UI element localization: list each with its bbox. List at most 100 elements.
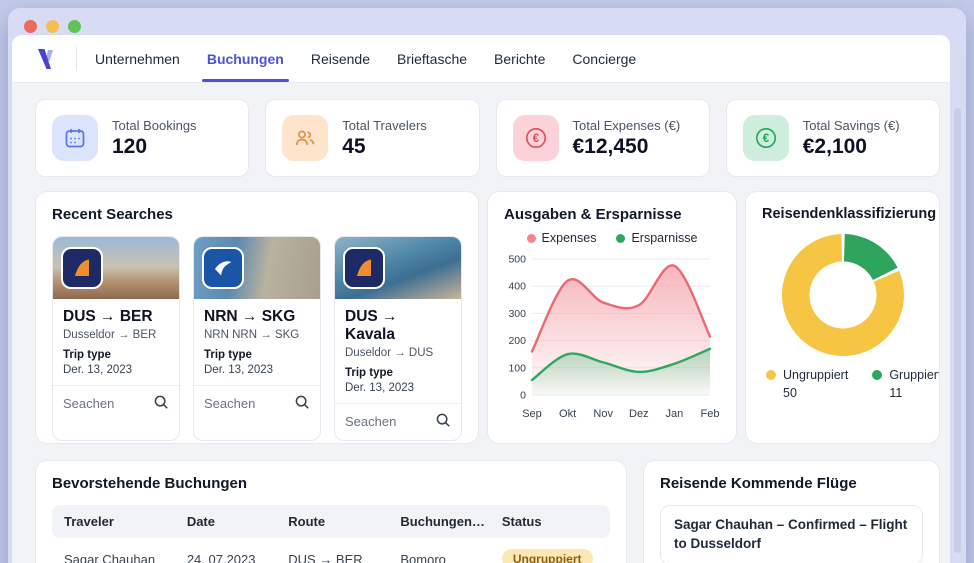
route-subtitle: Dusseldor → BER: [63, 329, 157, 341]
legend-label: Ungruppiert: [783, 368, 849, 382]
route-subtitle: Duseldor → DUS: [345, 347, 434, 359]
svg-text:0: 0: [520, 390, 526, 402]
column-buchungen: Buchungen…: [400, 514, 485, 529]
column-route: Route: [288, 514, 326, 529]
stat-text: Total Expenses (€) €12,450: [573, 118, 681, 159]
search-card-body: DUS → BER Dusseldor → BER Trip type Der.…: [53, 299, 179, 386]
table-row[interactable]: Sagar Chauhan 24. 07.2023 DUS → BER Bomo…: [52, 538, 610, 563]
stat-text: Total Travelers 45: [342, 118, 427, 159]
upcoming-bookings-title: Bevorstehende Buchungen: [52, 475, 248, 492]
vertical-scrollbar[interactable]: [954, 108, 961, 553]
donut-chart: [781, 234, 904, 356]
upcoming-flights-title: Reisende Kommende Flüge: [660, 475, 857, 492]
route-title: DUS → BER: [63, 308, 153, 325]
app-window: Unternehmen Buchungen Reisende Brieftasc…: [8, 8, 966, 563]
legend-dot-gruppiert: [872, 370, 883, 380]
stat-card-expenses: € Total Expenses (€) €12,450: [495, 99, 710, 177]
magnifier-icon: [153, 394, 169, 413]
recent-searches-grid: DUS → BER Dusseldor → BER Trip type Der.…: [52, 236, 462, 441]
trip-date: Der. 13, 2023: [63, 364, 133, 376]
search-again-button[interactable]: Seachen: [194, 386, 320, 422]
legend-label: Expenses: [541, 231, 597, 245]
cell-traveler: Sagar Chauhan: [64, 551, 156, 563]
airline-tailfin-logo-icon: [61, 247, 103, 289]
stat-value: €2,100: [802, 134, 867, 158]
close-window-button[interactable]: [24, 20, 37, 33]
status-badge: Ungruppiert: [501, 549, 598, 563]
nav-item-berichte[interactable]: Berichte: [494, 36, 545, 82]
route-subtitle: NRN NRN → SKG: [204, 329, 300, 341]
column-date: Date: [186, 514, 215, 529]
magnifier-icon: [294, 394, 310, 413]
window-titlebar: [8, 8, 966, 35]
route-title: DUS → Kavala: [345, 308, 398, 343]
legend-item-expenses: Expenses: [526, 231, 597, 245]
stat-label: Total Travelers: [342, 117, 427, 133]
trip-date: Der. 13, 2023: [204, 364, 274, 376]
svg-text:Sep: Sep: [522, 408, 542, 420]
legend-item-ungruppiert: Ungruppiert 50: [766, 368, 848, 400]
dashboard-main: Total Bookings 120 Total Travelers 45 € …: [12, 83, 950, 563]
svg-text:100: 100: [508, 362, 526, 374]
search-card-dus-kavala: DUS → Kavala Duseldor → DUS Trip type De…: [334, 236, 462, 441]
column-status: Status: [501, 514, 542, 529]
expenses-savings-chart-card: Ausgaben & Ersparnisse Expenses Ersparni…: [487, 191, 737, 444]
nav-item-unternehmen[interactable]: Unternehmen: [95, 36, 180, 82]
svg-text:Dez: Dez: [629, 408, 649, 420]
chart-title: Ausgaben & Ersparnisse: [504, 206, 682, 223]
trip-type-label: Trip type: [345, 367, 393, 379]
nav-item-reisende[interactable]: Reisende: [311, 36, 370, 82]
stat-card-savings: € Total Savings (€) €2,100: [725, 99, 940, 177]
recent-searches-title: Recent Searches: [52, 206, 173, 223]
search-again-label: Seachen: [204, 396, 256, 411]
svg-text:Nov: Nov: [593, 408, 613, 420]
stat-label: Total Bookings: [112, 117, 197, 133]
search-again-label: Seachen: [345, 414, 397, 429]
minimize-window-button[interactable]: [46, 20, 59, 33]
column-traveler: Traveler: [64, 514, 114, 529]
table-header-row: Traveler Date Route Buchungen… Status: [52, 505, 610, 538]
legend-label: Ersparnisse: [631, 231, 698, 245]
search-card-body: DUS → Kavala Duseldor → DUS Trip type De…: [335, 299, 461, 404]
legend-dot-ersparnisse: [616, 233, 626, 243]
donut-title: Reisendenklassifizierung: [762, 206, 937, 222]
svg-text:Jan: Jan: [666, 408, 684, 420]
destination-image: [335, 237, 461, 299]
cell-date: 24. 07.2023: [186, 551, 256, 563]
stat-value: 45: [342, 134, 366, 158]
search-again-button[interactable]: Seachen: [335, 404, 461, 440]
search-again-button[interactable]: Seachen: [53, 386, 179, 422]
svg-text:400: 400: [508, 281, 526, 293]
recent-searches-card: Recent Searches DUS → BER Dusseldor → BE…: [35, 191, 479, 444]
stat-text: Total Savings (€) €2,100: [803, 118, 900, 159]
middle-row: Recent Searches DUS → BER Dusseldor → BE…: [35, 191, 940, 444]
bookings-table: Traveler Date Route Buchungen… Status Sa…: [52, 505, 610, 563]
flight-list-item[interactable]: Sagar Chauhan – Confirmed – Flight to Du…: [660, 505, 923, 563]
top-navigation: Unternehmen Buchungen Reisende Brieftasc…: [12, 35, 950, 83]
airline-tailfin-logo-icon: [343, 247, 385, 289]
stat-card-bookings: Total Bookings 120: [35, 99, 250, 177]
euro-circle-icon: €: [512, 115, 559, 161]
search-again-label: Seachen: [63, 396, 115, 411]
destination-image: [194, 237, 320, 299]
zoom-window-button[interactable]: [68, 20, 81, 33]
svg-text:€: €: [532, 133, 539, 145]
stats-row: Total Bookings 120 Total Travelers 45 € …: [35, 99, 940, 177]
app-panel: Unternehmen Buchungen Reisende Brieftasc…: [12, 35, 950, 563]
travelers-icon: [282, 115, 329, 161]
search-card-dus-ber: DUS → BER Dusseldor → BER Trip type Der.…: [52, 236, 180, 441]
calendar-icon: [52, 115, 98, 161]
svg-text:Okt: Okt: [559, 408, 576, 420]
legend-label: Gruppiert: [889, 368, 940, 382]
airline-bird-logo-icon: [202, 247, 244, 289]
trip-type-label: Trip type: [63, 349, 111, 361]
search-card-body: NRN → SKG NRN NRN → SKG Trip type Der. 1…: [194, 299, 320, 386]
nav-item-brieftasche[interactable]: Brieftasche: [397, 36, 467, 82]
nav-item-buchungen[interactable]: Buchungen: [201, 36, 289, 82]
cell-booking: Bomoro: [400, 551, 446, 563]
stat-card-travelers: Total Travelers 45: [265, 99, 480, 177]
nav-item-concierge[interactable]: Concierge: [572, 36, 636, 82]
stat-value: €12,450: [572, 134, 649, 158]
svg-text:€: €: [763, 133, 770, 145]
stat-text: Total Bookings 120: [112, 118, 197, 159]
